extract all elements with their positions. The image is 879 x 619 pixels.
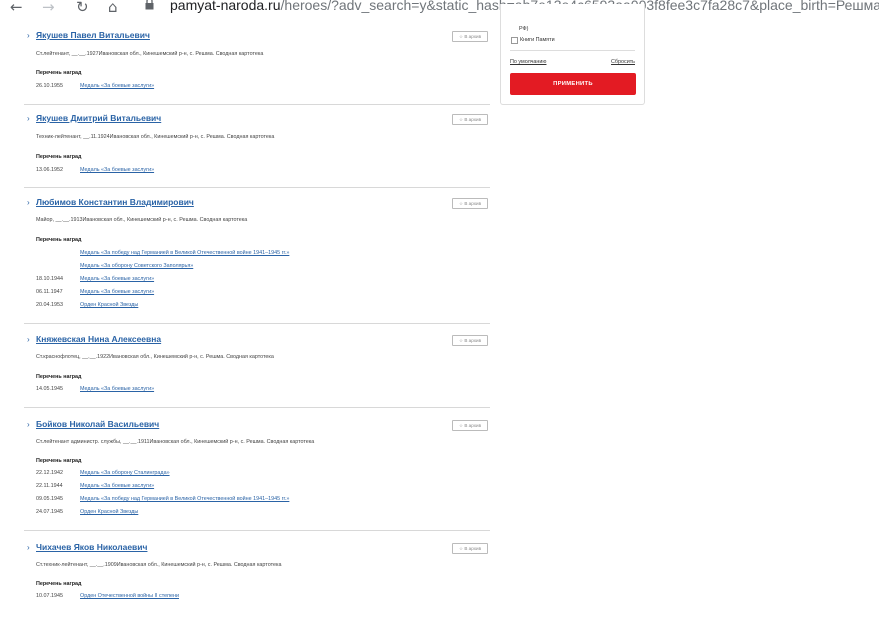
hero-description: Ст.краснофлотец, __.__.1922Ивановская об… (36, 354, 274, 360)
awards-header: Перечень наград (36, 458, 82, 464)
forward-arrow-icon[interactable]: → (42, 0, 55, 16)
award-row: Медаль «За победу над Германией в Велико… (36, 250, 289, 260)
lock-icon (145, 0, 154, 10)
back-arrow-icon[interactable]: ← (10, 0, 23, 16)
awards-header: Перечень наград (36, 70, 82, 76)
award-row: 09.05.1945 Медаль «За победу над Германие… (36, 496, 289, 506)
award-link[interactable]: Медаль «За боевые заслуги» (80, 289, 154, 295)
award-link[interactable]: Орден Красной Звезды (80, 302, 138, 308)
add-to-archive-button[interactable]: ☆ В архив (452, 198, 488, 209)
browser-toolbar: ← → ↻ ⌂ pamyat-naroda.ru/heroes/?adv_sea… (0, 0, 879, 19)
award-date: 18.10.1944 (36, 276, 63, 282)
award-row: 14.05.1945 Медаль «За боевые заслуги» (36, 386, 154, 396)
award-date: 09.05.1945 (36, 496, 63, 502)
award-row: 06.11.1947 Медаль «За боевые заслуги» (36, 289, 154, 299)
award-date: 26.10.1955 (36, 83, 63, 89)
books-of-memory-label: Книги Памяти (520, 37, 555, 43)
add-to-archive-label: В архив (464, 338, 482, 343)
award-link[interactable]: Медаль «За боевые заслуги» (80, 83, 154, 89)
award-link[interactable]: Орден Отечественной войны II степени (80, 593, 179, 599)
award-row: 10.07.1945 Орден Отечественной войны II с… (36, 593, 179, 603)
result-card: › Чихачев Яков Николаевич ☆ В архив Ст.т… (24, 531, 490, 613)
home-icon[interactable]: ⌂ (108, 0, 118, 16)
chevron-right-icon: › (27, 198, 30, 207)
add-to-archive-button[interactable]: ☆ В архив (452, 543, 488, 554)
hero-description: Ст.лейтенант, __.__.1927Ивановская обл.,… (36, 51, 264, 57)
hero-description: Техник-лейтенант, __.11.1924Ивановская о… (36, 134, 275, 140)
chevron-right-icon: › (27, 31, 30, 40)
hero-name-link[interactable]: Любимов Константин Владимирович (36, 197, 194, 207)
url-host: pamyat-naroda.ru (170, 0, 281, 13)
chevron-right-icon: › (27, 420, 30, 429)
filter-partial-text: РФ) (519, 26, 529, 32)
award-link[interactable]: Медаль «За боевые заслуги» (80, 276, 154, 282)
award-date: 06.11.1947 (36, 289, 63, 295)
add-to-archive-button[interactable]: ☆ В архив (452, 114, 488, 125)
award-date: 13.06.1952 (36, 167, 63, 173)
add-to-archive-label: В архив (464, 546, 482, 551)
hero-name-link[interactable]: Княжевская Нина Алексеевна (36, 334, 161, 344)
award-link[interactable]: Медаль «За боевые заслуги» (80, 167, 154, 173)
award-date: 24.07.1945 (36, 509, 63, 515)
add-to-archive-label: В архив (464, 34, 482, 39)
award-date: 22.11.1944 (36, 483, 63, 489)
result-card: › Княжевская Нина Алексеевна ☆ В архив С… (24, 324, 490, 408)
hero-name-link[interactable]: Чихачев Яков Николаевич (36, 542, 147, 552)
results-list: › Якушев Павел Витальевич ☆ В архив Ст.л… (24, 27, 490, 613)
award-link[interactable]: Медаль «За боевые заслуги» (80, 483, 154, 489)
result-card: › Любимов Константин Владимирович ☆ В ар… (24, 188, 490, 324)
award-link[interactable]: Медаль «За боевые заслуги» (80, 386, 154, 392)
awards-header: Перечень наград (36, 154, 82, 160)
award-link[interactable]: Медаль «За победу над Германией в Велико… (80, 496, 289, 502)
award-date: 10.07.1945 (36, 593, 63, 599)
award-row: 20.04.1953 Орден Красной Звезды (36, 302, 138, 312)
awards-header: Перечень наград (36, 374, 82, 380)
award-row: 22.12.1942 Медаль «За оборону Сталинграда… (36, 470, 170, 480)
award-row: 18.10.1944 Медаль «За боевые заслуги» (36, 276, 154, 286)
award-date: 14.05.1945 (36, 386, 63, 392)
award-link[interactable]: Медаль «За оборону Сталинграда» (80, 470, 170, 476)
award-date: 20.04.1953 (36, 302, 63, 308)
add-to-archive-label: В архив (464, 423, 482, 428)
filter-panel: РФ) Книги Памяти По умолчанию Сбросить П… (500, 4, 645, 105)
awards-header: Перечень наград (36, 581, 82, 587)
hero-description: Ст.лейтенант администр. службы, __.__.19… (36, 439, 315, 445)
default-link[interactable]: По умолчанию (510, 59, 546, 65)
hero-name-link[interactable]: Бойков Николай Васильевич (36, 419, 159, 429)
reload-icon[interactable]: ↻ (76, 0, 89, 16)
add-to-archive-label: В архив (464, 201, 482, 206)
award-row: Медаль «За оборону Советского Заполярья» (36, 263, 193, 273)
add-to-archive-button[interactable]: ☆ В архив (452, 335, 488, 346)
add-to-archive-button[interactable]: ☆ В архив (452, 420, 488, 431)
award-row: 26.10.1955 Медаль «За боевые заслуги» (36, 83, 154, 93)
books-of-memory-checkbox[interactable] (511, 37, 518, 44)
result-card: › Якушев Дмитрий Витальевич ☆ В архив Те… (24, 105, 490, 188)
chevron-right-icon: › (27, 335, 30, 344)
awards-header: Перечень наград (36, 237, 82, 243)
add-to-archive-label: В архив (464, 117, 482, 122)
award-link[interactable]: Орден Красной Звезды (80, 509, 138, 515)
chevron-right-icon: › (27, 114, 30, 123)
hero-name-link[interactable]: Якушев Дмитрий Витальевич (36, 113, 161, 123)
add-to-archive-button[interactable]: ☆ В архив (452, 31, 488, 42)
reset-link[interactable]: Сбросить (611, 59, 635, 65)
hero-name-link[interactable]: Якушев Павел Витальевич (36, 30, 150, 40)
hero-description: Майор, __.__.1913Ивановская обл., Кинеше… (36, 217, 248, 223)
filter-divider (510, 50, 635, 51)
award-row: 13.06.1952 Медаль «За боевые заслуги» (36, 167, 154, 177)
award-link[interactable]: Медаль «За оборону Советского Заполярья» (80, 263, 193, 269)
hero-description: Ст.техник-лейтенант, __.__.1909Ивановска… (36, 562, 282, 568)
award-date: 22.12.1942 (36, 470, 63, 476)
award-row: 22.11.1944 Медаль «За боевые заслуги» (36, 483, 154, 493)
award-row: 24.07.1945 Орден Красной Звезды (36, 509, 138, 519)
chevron-right-icon: › (27, 543, 30, 552)
result-card: › Якушев Павел Витальевич ☆ В архив Ст.л… (24, 27, 490, 105)
apply-button[interactable]: ПРИМЕНИТЬ (510, 73, 636, 95)
result-card: › Бойков Николай Васильевич ☆ В архив Ст… (24, 408, 490, 531)
award-link[interactable]: Медаль «За победу над Германией в Велико… (80, 250, 289, 256)
